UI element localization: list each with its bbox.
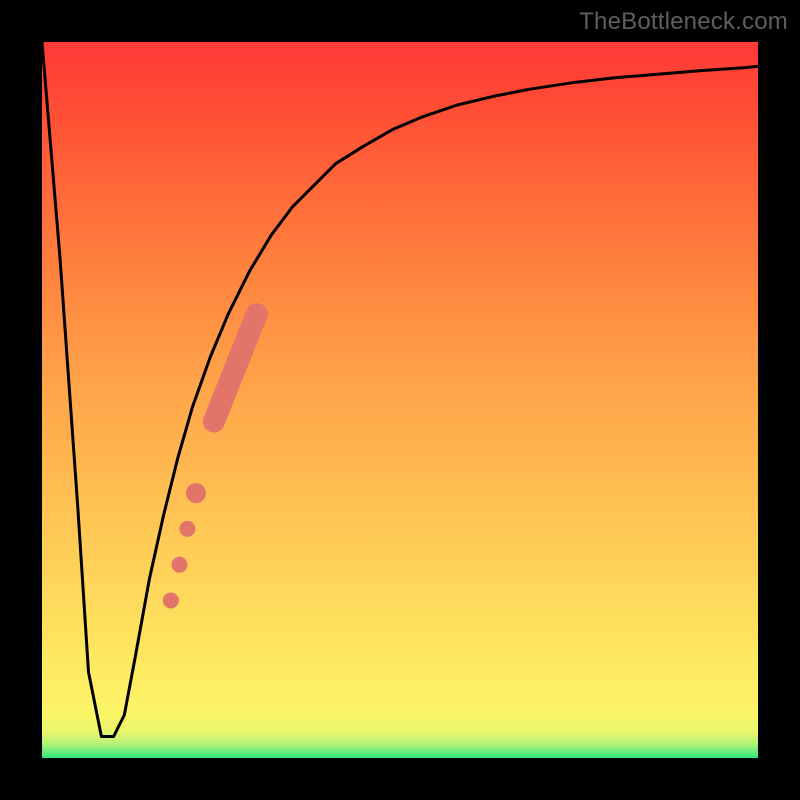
chart-svg [42,42,758,758]
bottleneck-curve [42,42,758,737]
watermark-text: TheBottleneck.com [579,8,788,36]
chart-frame: TheBottleneck.com [0,0,800,800]
plot-area [42,42,758,758]
